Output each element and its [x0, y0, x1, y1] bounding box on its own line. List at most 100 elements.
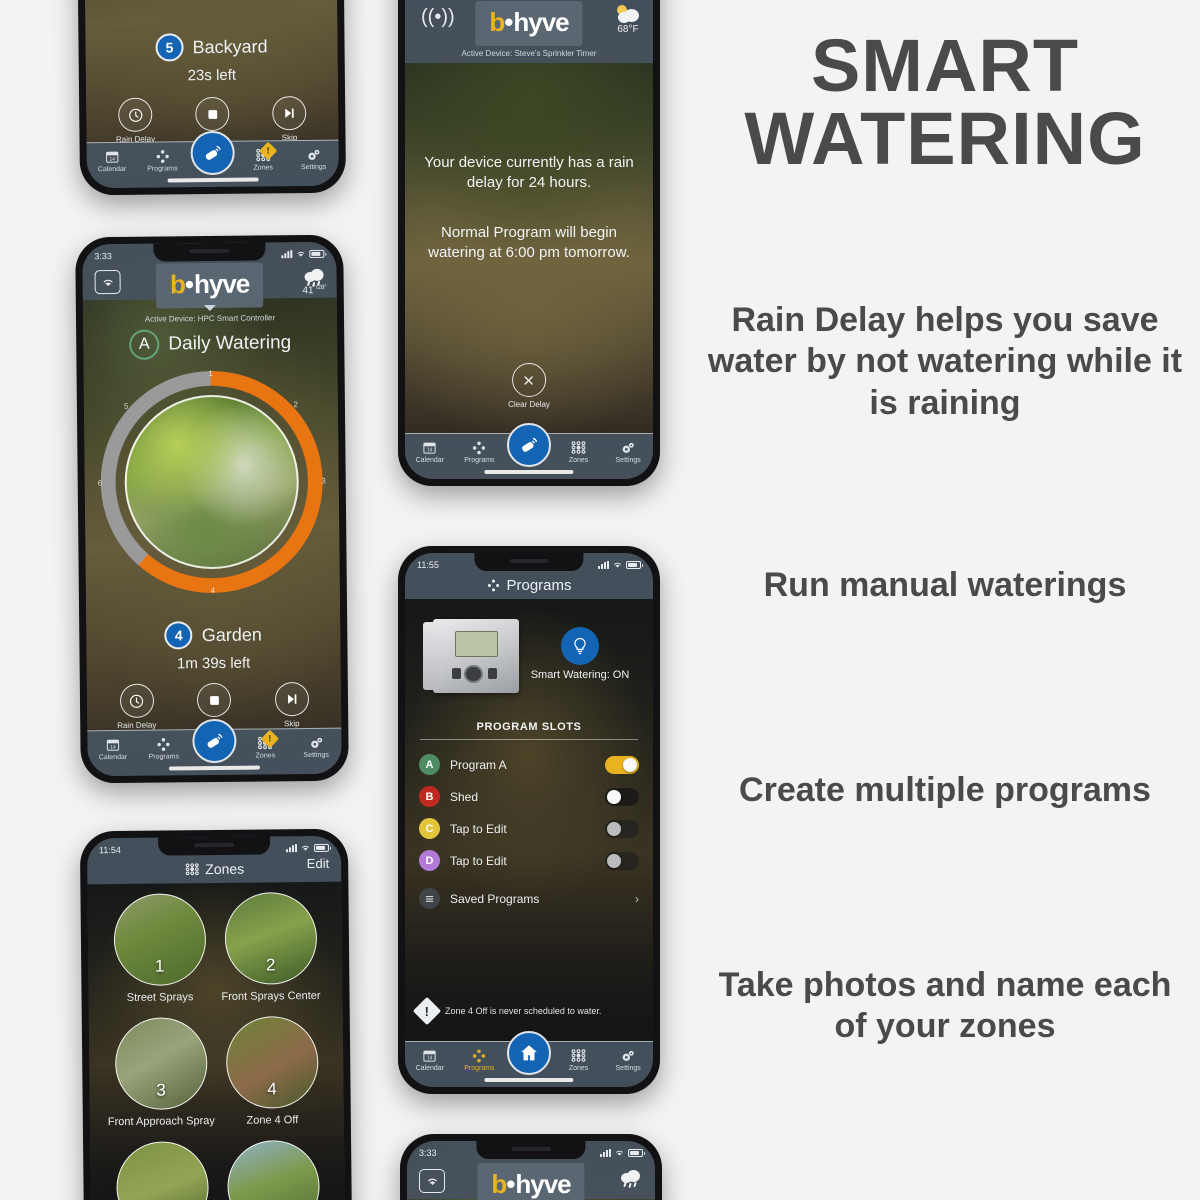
zone-number: 4: [267, 1079, 277, 1099]
program-slot-row[interactable]: C Tap to Edit: [405, 813, 653, 844]
bhyve-logo[interactable]: b • hyve: [155, 262, 264, 309]
edit-button[interactable]: Edit: [307, 856, 330, 871]
tab-zones[interactable]: ! Zones: [240, 729, 291, 760]
feature-manual-watering: Run manual waterings: [763, 566, 1127, 604]
program-toggle[interactable]: [605, 755, 639, 774]
tab-programs[interactable]: Programs: [455, 439, 505, 464]
tab-settings[interactable]: Settings: [291, 734, 342, 760]
program-name-label: Program A: [450, 757, 507, 772]
home-fab[interactable]: [507, 1031, 551, 1075]
logo-hyve: hyve: [515, 1169, 571, 1199]
program-toggle[interactable]: [605, 787, 639, 806]
list-icon: [419, 888, 440, 909]
programs-icon: [137, 147, 188, 165]
clear-delay-icon: [511, 363, 546, 397]
tab-calendar[interactable]: 14 Calendar: [405, 1047, 455, 1072]
bhyve-logo[interactable]: b • hyve: [475, 1, 583, 46]
tab-zones-label: Zones: [255, 752, 276, 760]
rain-delay-message-secondary: Normal Program will begin watering at 6:…: [428, 224, 630, 261]
program-name-label: Daily Watering: [168, 332, 292, 355]
status-time: 3:33: [419, 1147, 437, 1158]
tab-calendar[interactable]: 14 Calendar: [87, 148, 138, 174]
svg-text:14: 14: [427, 1056, 433, 1062]
tab-zones[interactable]: Zones: [554, 439, 604, 464]
program-slot-row[interactable]: D Tap to Edit: [405, 845, 653, 876]
screen-bottom-partial: 3:33 b • hyve: [407, 1141, 655, 1200]
weather-widget[interactable]: 68°F: [615, 5, 641, 35]
clear-delay-button[interactable]: Clear Delay: [508, 363, 550, 409]
smart-watering-label: Smart Watering: ON: [530, 669, 630, 681]
rain-cloud-icon: [302, 268, 326, 288]
dial-tick-4: 4: [210, 585, 216, 596]
notch: [153, 242, 266, 262]
zone-cell[interactable]: 2 Front Sprays Center: [214, 891, 326, 1003]
program-slot-row[interactable]: A Program A: [405, 749, 653, 780]
zone-name-label: Backyard: [192, 35, 268, 57]
battery-icon: [628, 1148, 645, 1157]
skip-button[interactable]: Skip: [263, 682, 319, 729]
manual-watering-fab[interactable]: [507, 423, 551, 467]
zone-cell[interactable]: 4 Zone 4 Off: [216, 1015, 328, 1127]
now-watering-row-backyard: 5 Backyard: [85, 32, 337, 63]
time-remaining-backyard: 23s left: [187, 66, 237, 85]
tab-settings-label: Settings: [300, 163, 327, 172]
controller-button-left: [451, 667, 462, 679]
rain-delay-button[interactable]: Rain Delay: [108, 683, 164, 731]
tab-calendar[interactable]: 14 Calendar: [405, 439, 455, 464]
calendar-icon: 14: [405, 439, 455, 456]
program-letter-badge: D: [419, 850, 440, 871]
program-toggle[interactable]: [605, 851, 639, 870]
controller-lcd: [455, 630, 499, 658]
headline-line-1: SMART: [810, 24, 1080, 107]
tab-settings[interactable]: Settings: [603, 439, 653, 464]
chevron-down-icon[interactable]: [203, 304, 216, 312]
smart-watering-status[interactable]: Smart Watering: ON: [521, 627, 639, 681]
phone-daily-watering: 3:33 b • hyve 41°/28° Active Device: HPC…: [75, 234, 349, 784]
logo-dot: •: [506, 1169, 516, 1199]
connection-status-icon[interactable]: [94, 269, 121, 295]
tab-zones[interactable]: ! Zones: [238, 141, 289, 172]
poster-canvas: 5 Backyard 23s left Rain Delay Stop: [0, 0, 1200, 1200]
zones-icon: [554, 439, 604, 456]
manual-watering-fab[interactable]: [190, 130, 235, 176]
home-indicator: [484, 1078, 574, 1082]
bhyve-logo[interactable]: b • hyve: [477, 1163, 585, 1200]
zone-cell[interactable]: 1 Street Sprays: [103, 893, 215, 1004]
watering-dial[interactable]: 1 2 3 4 5 6: [98, 369, 326, 596]
program-name-label: Shed: [450, 789, 479, 804]
tab-settings[interactable]: Settings: [603, 1047, 653, 1072]
marketing-copy: SMART WATERING Rain Delay helps you save…: [700, 0, 1190, 1200]
controller-door: [422, 621, 439, 691]
tab-programs[interactable]: Programs: [455, 1047, 505, 1072]
zone-label: Front Sprays Center: [221, 989, 321, 1003]
program-toggle[interactable]: [605, 819, 639, 838]
status-time: 11:55: [417, 559, 439, 570]
connection-status-icon[interactable]: [419, 1169, 445, 1193]
zone-cell[interactable]: 6 Back Shed Sprays: [217, 1139, 329, 1200]
tab-settings[interactable]: Settings: [288, 146, 339, 172]
saved-programs-row[interactable]: Saved Programs ›: [405, 883, 653, 914]
signal-status-icon[interactable]: ((•)): [421, 7, 455, 27]
programs-icon: [455, 1047, 505, 1064]
weather-widget[interactable]: 41°/28°: [302, 268, 327, 296]
zone-cell[interactable]: 3 Front Approach Spray: [105, 1017, 217, 1128]
program-slot-row[interactable]: B Shed: [405, 781, 653, 812]
tab-zones-label: Zones: [568, 457, 589, 464]
logo-b: b: [491, 1169, 507, 1199]
programs-title: Programs: [506, 576, 572, 594]
wifi-icon: [614, 562, 621, 568]
manual-watering-fab[interactable]: [192, 718, 237, 764]
tab-programs[interactable]: Programs: [138, 735, 189, 761]
tab-programs[interactable]: Programs: [137, 147, 188, 173]
tab-zones[interactable]: Zones: [554, 1047, 604, 1072]
weather-widget[interactable]: [619, 1169, 643, 1189]
rain-cloud-icon: [619, 1169, 643, 1189]
screen-zones: 11:54 Zones Edit 1 Street Sprays 2 Front…: [86, 835, 346, 1200]
skip-button[interactable]: Skip: [261, 96, 317, 143]
rain-delay-button[interactable]: Rain Delay: [107, 97, 163, 145]
tab-calendar-label: Calendar: [415, 457, 444, 464]
gear-icon: [291, 734, 342, 752]
tab-calendar[interactable]: 14 Calendar: [87, 736, 138, 762]
zone-cell[interactable]: 5 Deck: [106, 1141, 218, 1200]
tab-settings-label: Settings: [615, 457, 641, 464]
